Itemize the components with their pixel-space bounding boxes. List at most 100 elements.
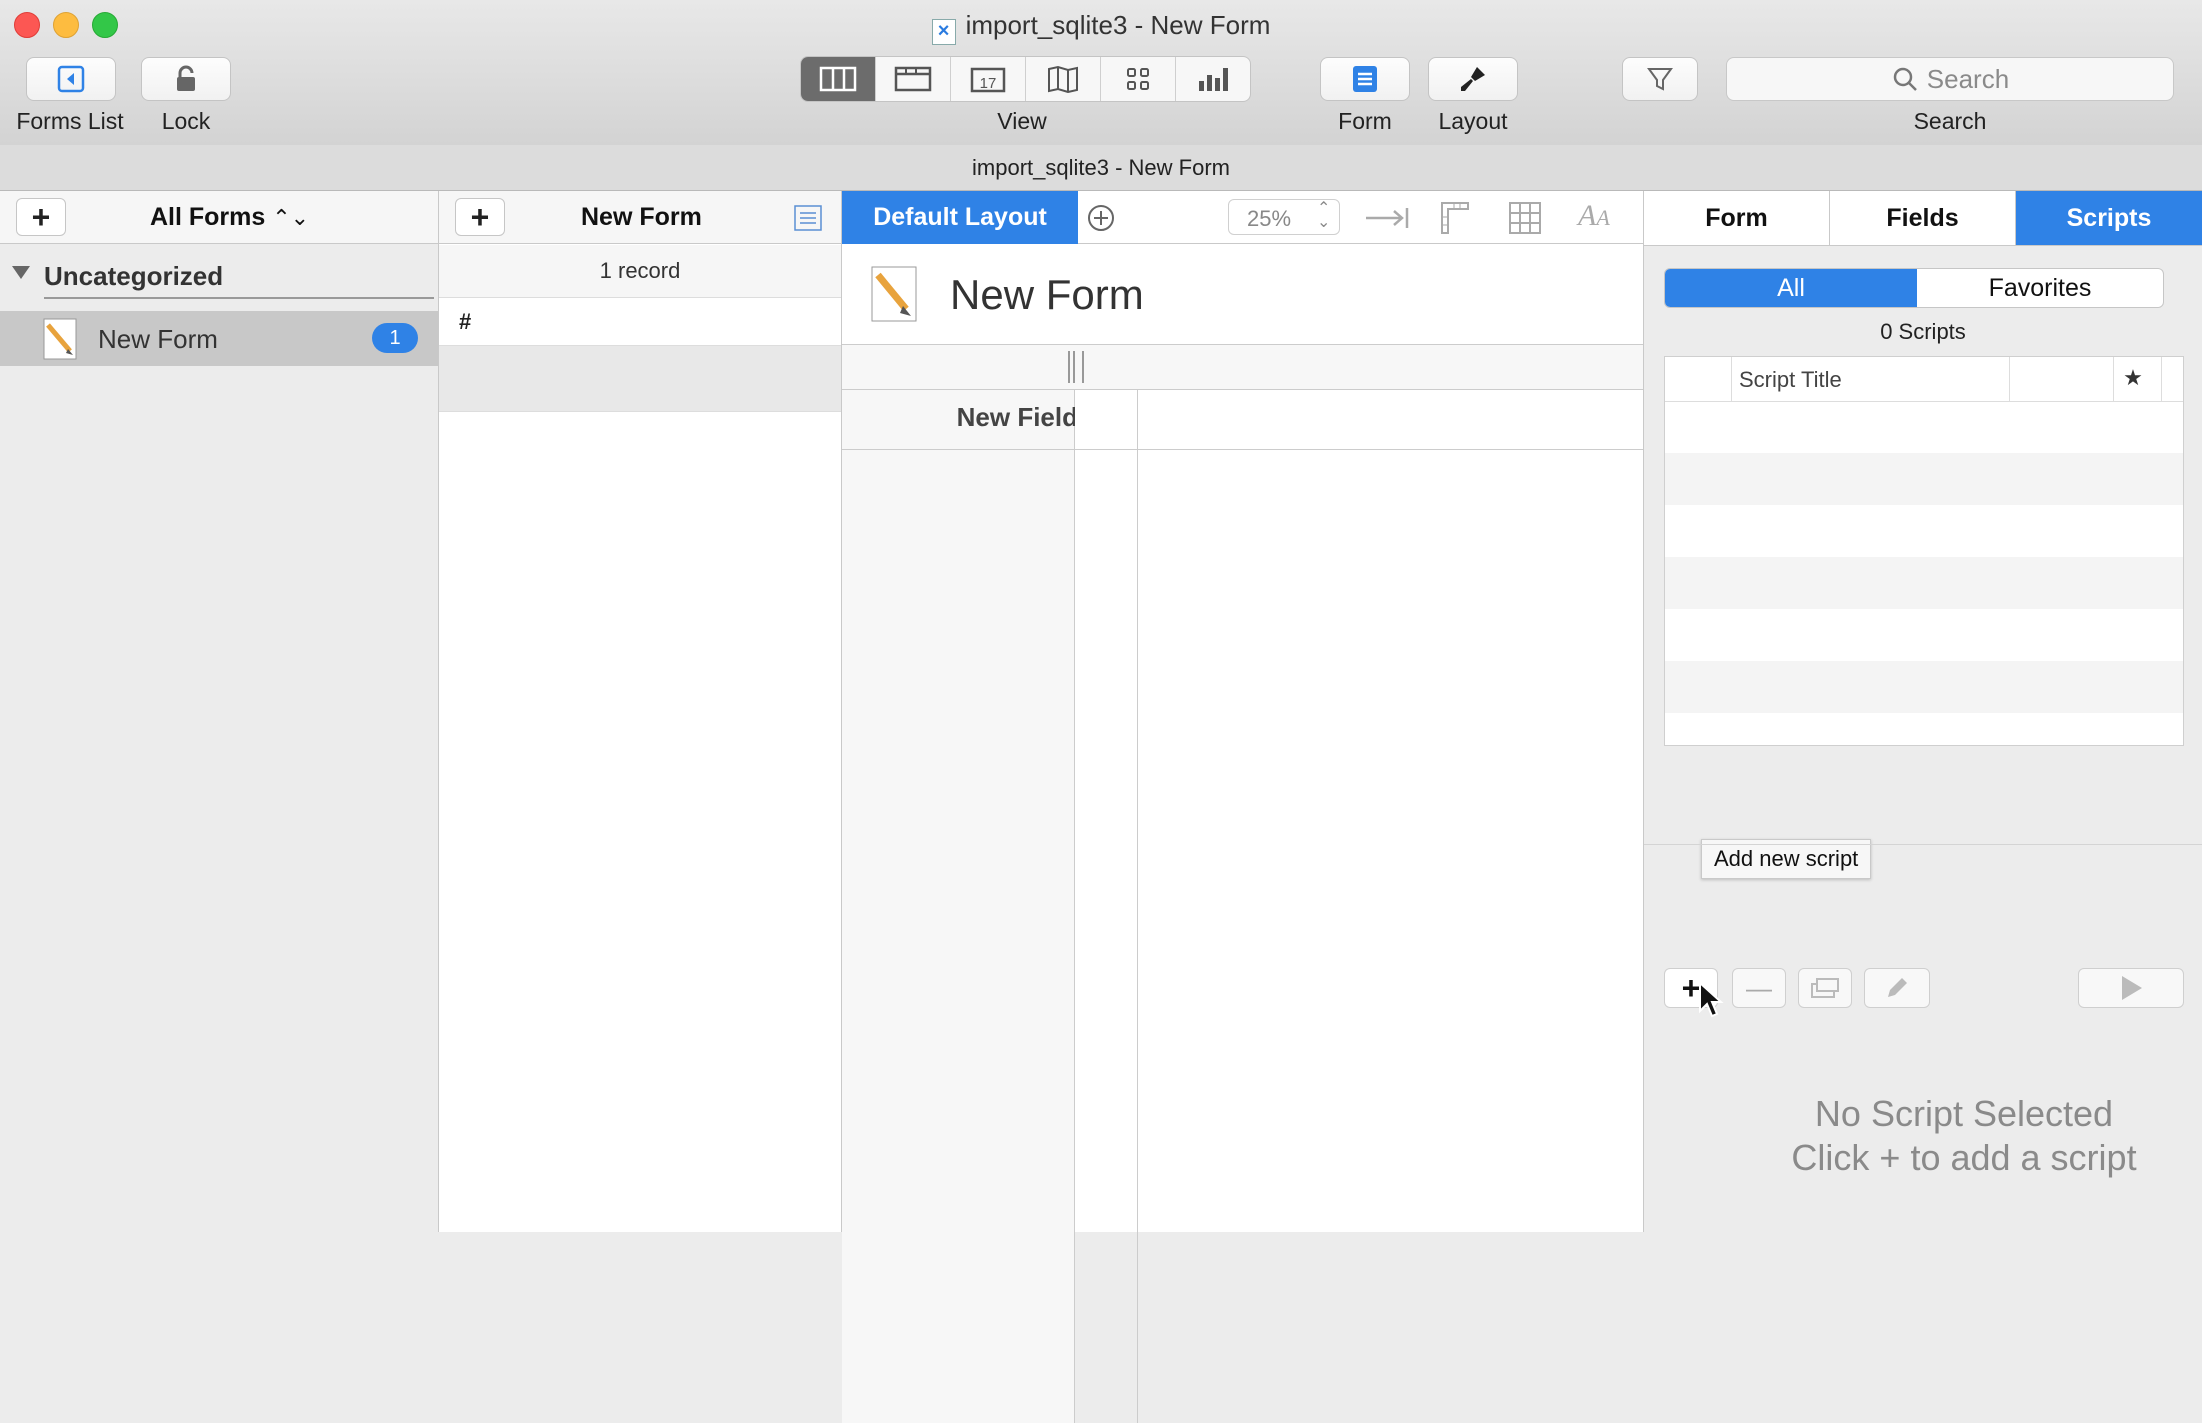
tab-form[interactable]: Form xyxy=(1644,191,1830,245)
stepper-arrows-icon: ⌃ ⌄ xyxy=(1317,200,1331,231)
font-icon[interactable]: AA xyxy=(1578,199,1610,233)
view-mode-segmented-control[interactable]: 17 xyxy=(800,56,1251,102)
lock-icon xyxy=(177,65,195,91)
record-column-header: # xyxy=(459,309,472,334)
field-label[interactable]: New Field xyxy=(842,402,1078,433)
filter-favorites[interactable]: Favorites xyxy=(1917,269,2163,307)
form-icon xyxy=(1353,66,1377,92)
column-divider xyxy=(1137,390,1138,1423)
form-name: New Form xyxy=(98,324,218,354)
tooltip: Add new script xyxy=(1701,839,1872,879)
up-down-chevron-icon: ⌃⌄ xyxy=(272,205,310,230)
record-count: 1 record xyxy=(439,245,841,298)
resize-handle-icon[interactable] xyxy=(1068,351,1084,383)
search-icon xyxy=(1893,67,1917,91)
form-document-icon xyxy=(43,318,77,360)
forms-list-label: Forms List xyxy=(16,108,124,134)
calendar-view-icon[interactable]: 17 xyxy=(951,57,1026,101)
column-divider xyxy=(2009,357,2010,401)
duplicate-script-button[interactable] xyxy=(1798,968,1852,1008)
script-count: 0 Scripts xyxy=(1880,319,1966,344)
records-panel: + New Form 1 record # xyxy=(439,191,842,1232)
add-record-button[interactable]: + xyxy=(455,198,505,236)
form-button[interactable] xyxy=(1320,57,1410,101)
grid-icon[interactable] xyxy=(1508,201,1542,235)
disclosure-triangle-icon[interactable] xyxy=(10,263,32,286)
layout-view-icon[interactable] xyxy=(876,57,951,101)
group-divider xyxy=(44,297,434,299)
column-divider xyxy=(2161,357,2162,401)
document-icon: × xyxy=(931,19,956,45)
tab-default-layout[interactable]: Default Layout xyxy=(842,191,1078,244)
form-label: Form xyxy=(1338,108,1392,134)
field-value-cell[interactable] xyxy=(1075,390,1643,448)
map-view-icon[interactable] xyxy=(1026,57,1101,101)
svg-text:17: 17 xyxy=(980,75,997,92)
view-label: View xyxy=(997,108,1047,134)
brush-icon xyxy=(1461,67,1485,91)
empty-state-hint: Click + to add a script xyxy=(1791,1137,2137,1178)
records-header: + New Form xyxy=(439,191,841,244)
add-form-button[interactable]: + xyxy=(16,198,66,236)
tab-order-icon[interactable] xyxy=(1364,203,1410,233)
script-title-column[interactable]: Script Title xyxy=(1739,367,1842,393)
script-filter-segmented[interactable]: All Favorites xyxy=(1664,268,2164,308)
section-divider xyxy=(1644,844,2202,845)
list-item[interactable]: New Form 1 xyxy=(0,311,438,366)
all-forms-selector[interactable]: All Forms ⌃⌄ xyxy=(150,203,309,232)
scripts-table: Script Title ★ xyxy=(1664,356,2184,746)
list-options-icon[interactable] xyxy=(793,203,823,233)
search-label: Search xyxy=(1913,108,1987,134)
all-forms-label: All Forms xyxy=(150,203,266,231)
lock-button[interactable] xyxy=(141,57,231,101)
search-input[interactable]: Search xyxy=(1726,57,2174,101)
layout-editor: Default Layout 25% ⌃ ⌄ AA New Form New Fi… xyxy=(842,191,1644,1423)
filter-icon xyxy=(1647,68,1673,91)
filter-all[interactable]: All xyxy=(1665,269,1917,307)
forms-sidebar-header: + All Forms ⌃⌄ xyxy=(0,191,438,244)
form-document-icon xyxy=(871,266,917,322)
tab-scripts[interactable]: Scripts xyxy=(2016,191,2202,245)
layout-toolbar: Default Layout 25% ⌃ ⌄ AA xyxy=(842,191,1643,244)
duplicate-icon xyxy=(1811,978,1839,998)
filter-button[interactable] xyxy=(1622,57,1698,101)
zoom-stepper[interactable]: 25% ⌃ ⌄ xyxy=(1228,199,1340,235)
run-script-button[interactable] xyxy=(2078,968,2184,1008)
play-icon xyxy=(2122,976,2142,1000)
columns-view-icon[interactable] xyxy=(801,57,876,101)
chart-view-icon[interactable] xyxy=(1176,57,1250,101)
scripts-table-header: Script Title ★ xyxy=(1665,357,2183,402)
document-subtitle: import_sqlite3 - New Form xyxy=(0,145,2202,191)
row-divider xyxy=(842,449,1643,450)
favorite-star-icon[interactable]: ★ xyxy=(2113,365,2153,391)
empty-state-title: No Script Selected xyxy=(1814,1093,2114,1134)
form-title[interactable]: New Form xyxy=(950,271,1144,319)
window-title-text: import_sqlite3 - New Form xyxy=(965,10,1271,40)
grid-view-icon[interactable] xyxy=(1101,57,1176,101)
empty-state: No Script Selected Click + to add a scri… xyxy=(1644,1092,2202,1180)
records-title: New Form xyxy=(581,203,702,231)
table-row xyxy=(1665,557,2183,609)
record-count-badge: 1 xyxy=(372,323,418,353)
ruler-icon[interactable] xyxy=(1438,199,1472,235)
inspector-tabs: Form Fields Scripts xyxy=(1644,191,2202,246)
column-divider xyxy=(1731,357,1732,401)
table-row[interactable] xyxy=(439,346,841,412)
forms-list-button[interactable] xyxy=(26,57,116,101)
layout-button[interactable] xyxy=(1428,57,1518,101)
remove-script-button[interactable]: — xyxy=(1732,968,1786,1008)
window-toolbar: × import_sqlite3 - New Form Forms List Lo… xyxy=(0,0,2202,146)
inspector-panel: Form Fields Scripts All Favorites 0 Scri… xyxy=(1644,191,2202,1232)
add-layout-icon[interactable] xyxy=(1086,203,1116,233)
lock-label: Lock xyxy=(161,108,211,134)
zoom-value: 25% xyxy=(1247,206,1292,231)
table-row xyxy=(1665,661,2183,713)
tab-fields[interactable]: Fields xyxy=(1830,191,2016,245)
label-column xyxy=(842,390,1075,1423)
group-header[interactable]: Uncategorized xyxy=(44,261,223,292)
sidebar-toggle-icon xyxy=(57,65,85,93)
forms-sidebar: + All Forms ⌃⌄ Uncategorized New Form 1 xyxy=(0,191,439,1232)
column-header-row xyxy=(842,345,1643,390)
search-placeholder: Search xyxy=(1926,63,2010,94)
edit-script-button[interactable] xyxy=(1864,968,1930,1008)
